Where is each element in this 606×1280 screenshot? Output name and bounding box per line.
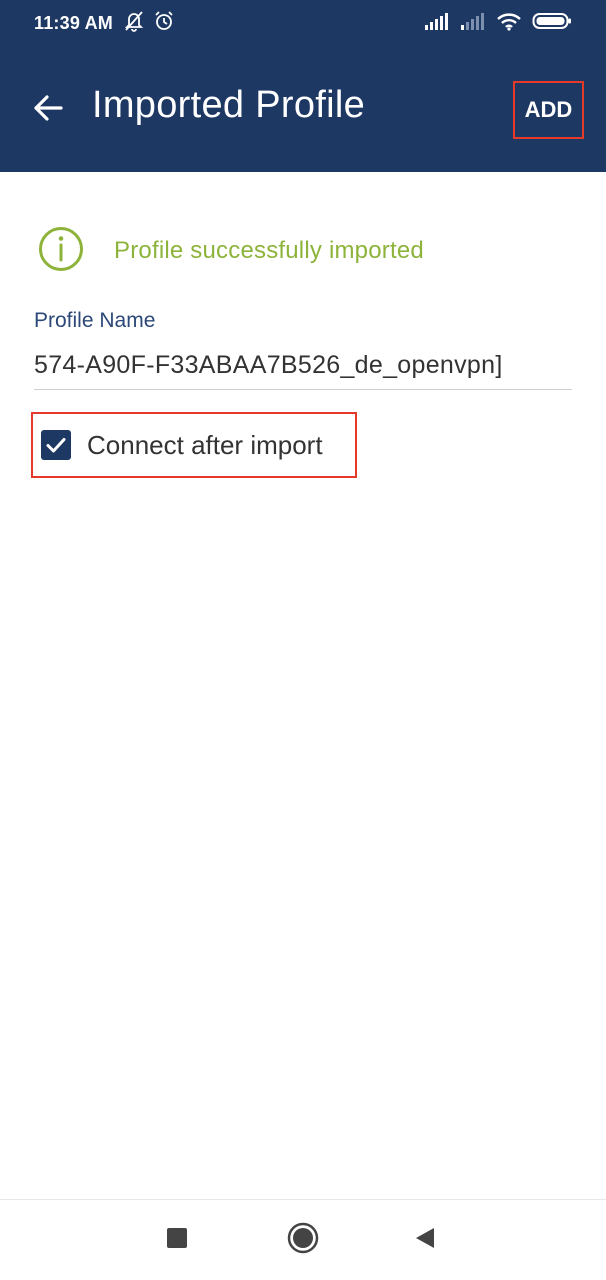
app-bar: Imported Profile ADD [0,46,606,172]
import-success-message: Profile successfully imported [38,226,424,277]
status-bar: 11:39 AM [0,0,606,46]
checkbox[interactable] [41,430,71,460]
connect-after-import-label: Connect after import [87,429,323,460]
back-button[interactable] [24,86,72,134]
success-text: Profile successfully imported [114,237,424,264]
recent-apps-icon [166,1227,188,1254]
check-icon [46,438,66,453]
wifi-icon [496,11,522,36]
screen: 11:39 AM Imported Profile ADD Profile su… [0,0,606,1280]
back-triangle-icon [414,1226,436,1255]
signal-icon [424,11,450,36]
arrow-left-icon [32,92,64,129]
home-button[interactable] [284,1220,322,1260]
navigation-bar [0,1199,606,1280]
profile-name-label: Profile Name [34,309,156,332]
status-time: 11:39 AM [34,12,113,33]
alarm-icon [153,10,175,37]
back-nav-button[interactable] [408,1220,442,1260]
info-icon [38,226,84,277]
notifications-off-icon [123,10,145,37]
profile-name-input[interactable] [34,342,572,390]
add-button[interactable]: ADD [513,81,584,139]
signal-weak-icon [460,11,486,36]
home-icon [287,1222,319,1259]
status-right-icons [424,11,572,36]
battery-icon [532,11,572,36]
status-left-icons [123,10,175,37]
recent-apps-button[interactable] [160,1220,194,1260]
page-title: Imported Profile [92,84,366,126]
connect-after-import-checkbox[interactable]: Connect after import [31,412,357,478]
